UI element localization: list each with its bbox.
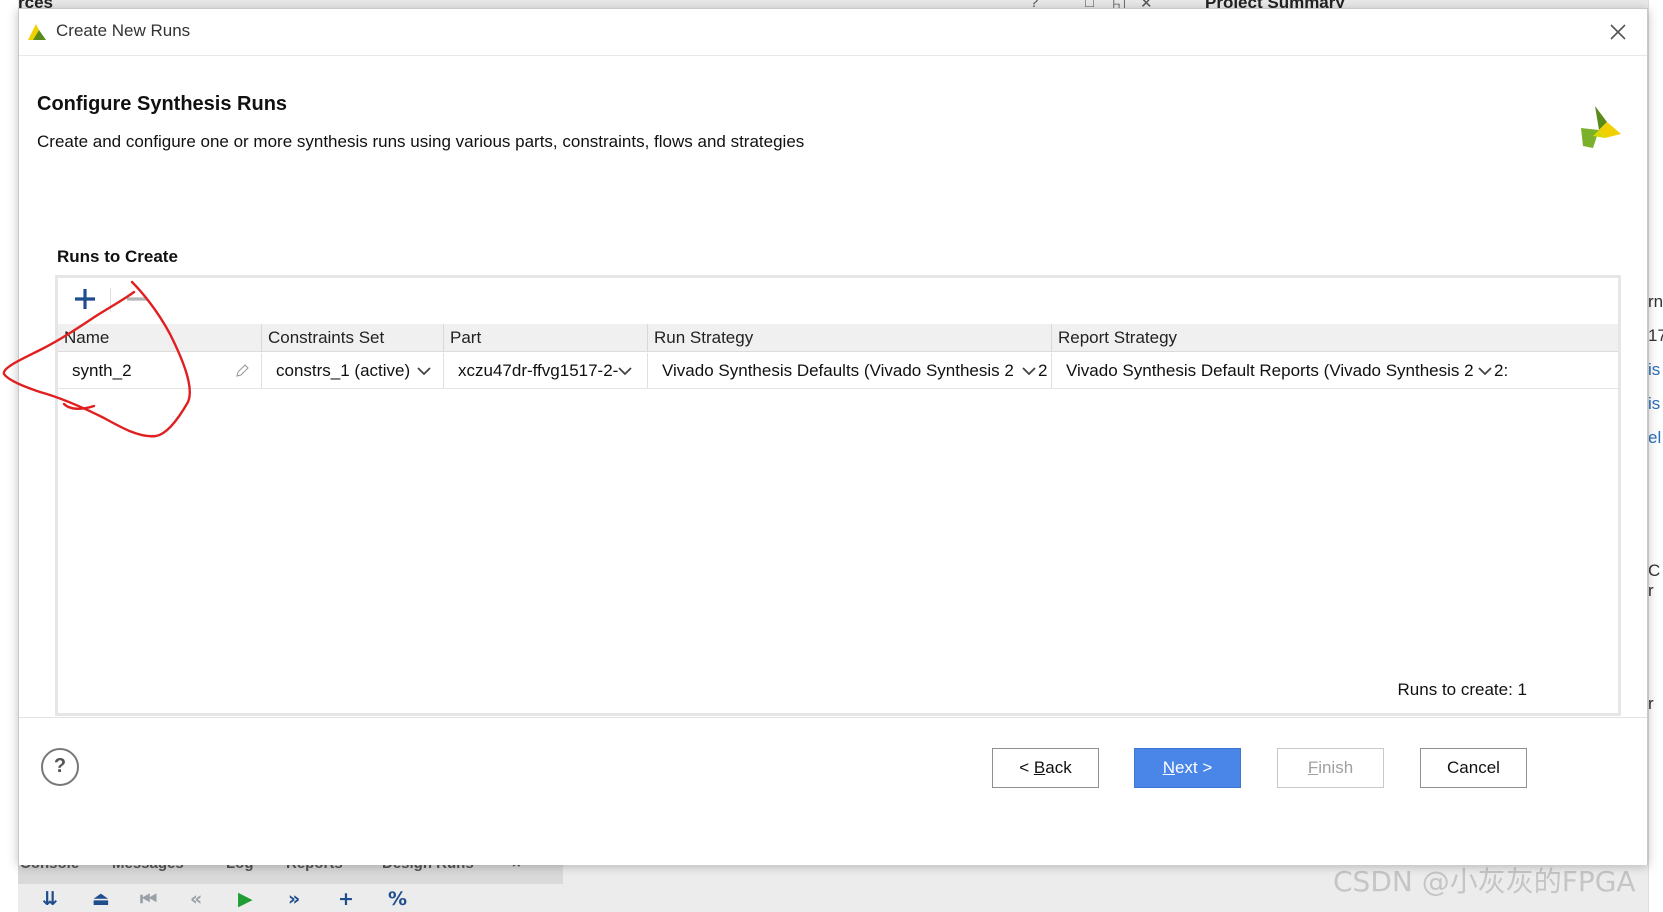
add-icon: + [338,888,354,910]
background-right-strip: rn 17 is is el C r r [1648,0,1663,912]
chevron-down-icon[interactable] [618,366,632,376]
column-header-report-strategy[interactable]: Report Strategy [1052,324,1624,352]
back-prefix: < [1019,758,1034,777]
column-header-part[interactable]: Part [444,324,648,352]
toolbar-separator [110,288,111,312]
percent-icon: % [388,888,408,910]
runs-table-panel: Name Constraints Set Part Run Strategy R… [55,275,1621,716]
cell-run-strategy[interactable]: Vivado Synthesis Defaults (Vivado Synthe… [648,353,1052,389]
vivado-logo-icon [28,24,46,40]
run-name-value: synth_2 [72,361,132,380]
add-run-icon[interactable] [70,284,100,314]
column-header-run-strategy[interactable]: Run Strategy [648,324,1052,352]
chevron-down-icon[interactable] [1022,366,1036,376]
run-strategy-tail: 2 [1038,361,1048,380]
finish-label: inish [1318,758,1354,777]
table-row[interactable]: synth_2 constrs_1 (active) xczu47dr-ffvg… [58,353,1618,389]
background-right-text: rn [1648,292,1663,311]
dialog-titlebar: Create New Runs [19,9,1647,56]
back-mnemonic: B [1033,758,1046,777]
dialog-title: Create New Runs [56,21,191,40]
background-right-text: r [1648,694,1654,713]
page-subtitle: Create and configure one or more synthes… [37,132,805,151]
cell-constraints-set[interactable]: constrs_1 (active) [262,353,444,389]
tab-messages: Messages [112,864,184,872]
background-bottom-tabs: Console Messages Log Reports Design Runs… [18,864,563,884]
section-label-runs-to-create: Runs to Create [57,247,178,266]
part-value: xczu47dr-ffvg1517-2- [458,361,619,380]
column-header-name[interactable]: Name [58,324,262,352]
run-icon: ▶ [238,888,253,910]
next-icon: » [288,888,301,910]
cell-report-strategy[interactable]: Vivado Synthesis Default Reports (Vivado… [1052,353,1624,389]
close-icon[interactable] [1605,19,1631,45]
page-title: Configure Synthesis Runs [37,93,288,115]
next-mnemonic: N [1162,758,1175,777]
cancel-button[interactable]: Cancel [1420,748,1527,788]
next-button[interactable]: Next > [1134,748,1241,788]
chevron-down-icon[interactable] [417,366,431,376]
background-toolbar: ⇊ ⏏ ⏮ « ▶ » + % [18,884,458,912]
close-icon: × [512,864,521,872]
column-header-constraints-set[interactable]: Constraints Set [262,324,444,352]
help-button[interactable]: ? [41,748,79,786]
dialog-header: Configure Synthesis Runs Create and conf… [19,56,1647,206]
cell-name[interactable]: synth_2 [58,353,262,389]
tab-console: Console [20,864,79,872]
finish-mnemonic: F [1307,758,1319,777]
remove-run-icon[interactable] [122,284,152,314]
background-right-text: C r [1648,561,1661,600]
background-right-link: is [1648,394,1661,413]
background-right-text: 17 [1648,326,1663,345]
background-right-link: el [1648,428,1662,447]
expand-icon: ⏏ [92,888,110,910]
run-strategy-value: Vivado Synthesis Defaults (Vivado Synthe… [662,361,1014,380]
report-strategy-tail: 2: [1494,361,1509,380]
background-left-strip [0,0,18,912]
chevron-down-icon[interactable] [1478,366,1492,376]
back-label: ack [1045,758,1072,777]
finish-button[interactable]: Finish [1277,748,1384,788]
background-right-link: is [1648,360,1661,379]
constraints-set-value: constrs_1 (active) [276,361,411,380]
collapse-all-icon: ⇊ [42,888,58,910]
next-label: ext > [1174,758,1213,777]
pencil-icon[interactable] [234,363,250,379]
back-button[interactable]: < Back [992,748,1099,788]
runs-to-create-count: Runs to create: 1 [1397,680,1527,699]
report-strategy-value: Vivado Synthesis Default Reports (Vivado… [1066,361,1474,380]
create-new-runs-dialog: Create New Runs Configure Synthesis Runs… [18,8,1648,865]
tab-design-runs: Design Runs [382,864,474,872]
first-icon: ⏮ [140,888,158,910]
dialog-footer: ? < Back Next > Finish Cancel [19,717,1647,865]
tab-log: Log [226,864,254,872]
previous-icon: « [190,888,203,910]
vivado-brand-logo-icon [1581,106,1621,148]
cell-part[interactable]: xczu47dr-ffvg1517-2- [444,353,648,389]
tab-reports: Reports [286,864,343,872]
watermark: CSDN @小灰灰的FPGA [1333,865,1636,898]
runs-table-header: Name Constraints Set Part Run Strategy R… [58,324,1618,352]
